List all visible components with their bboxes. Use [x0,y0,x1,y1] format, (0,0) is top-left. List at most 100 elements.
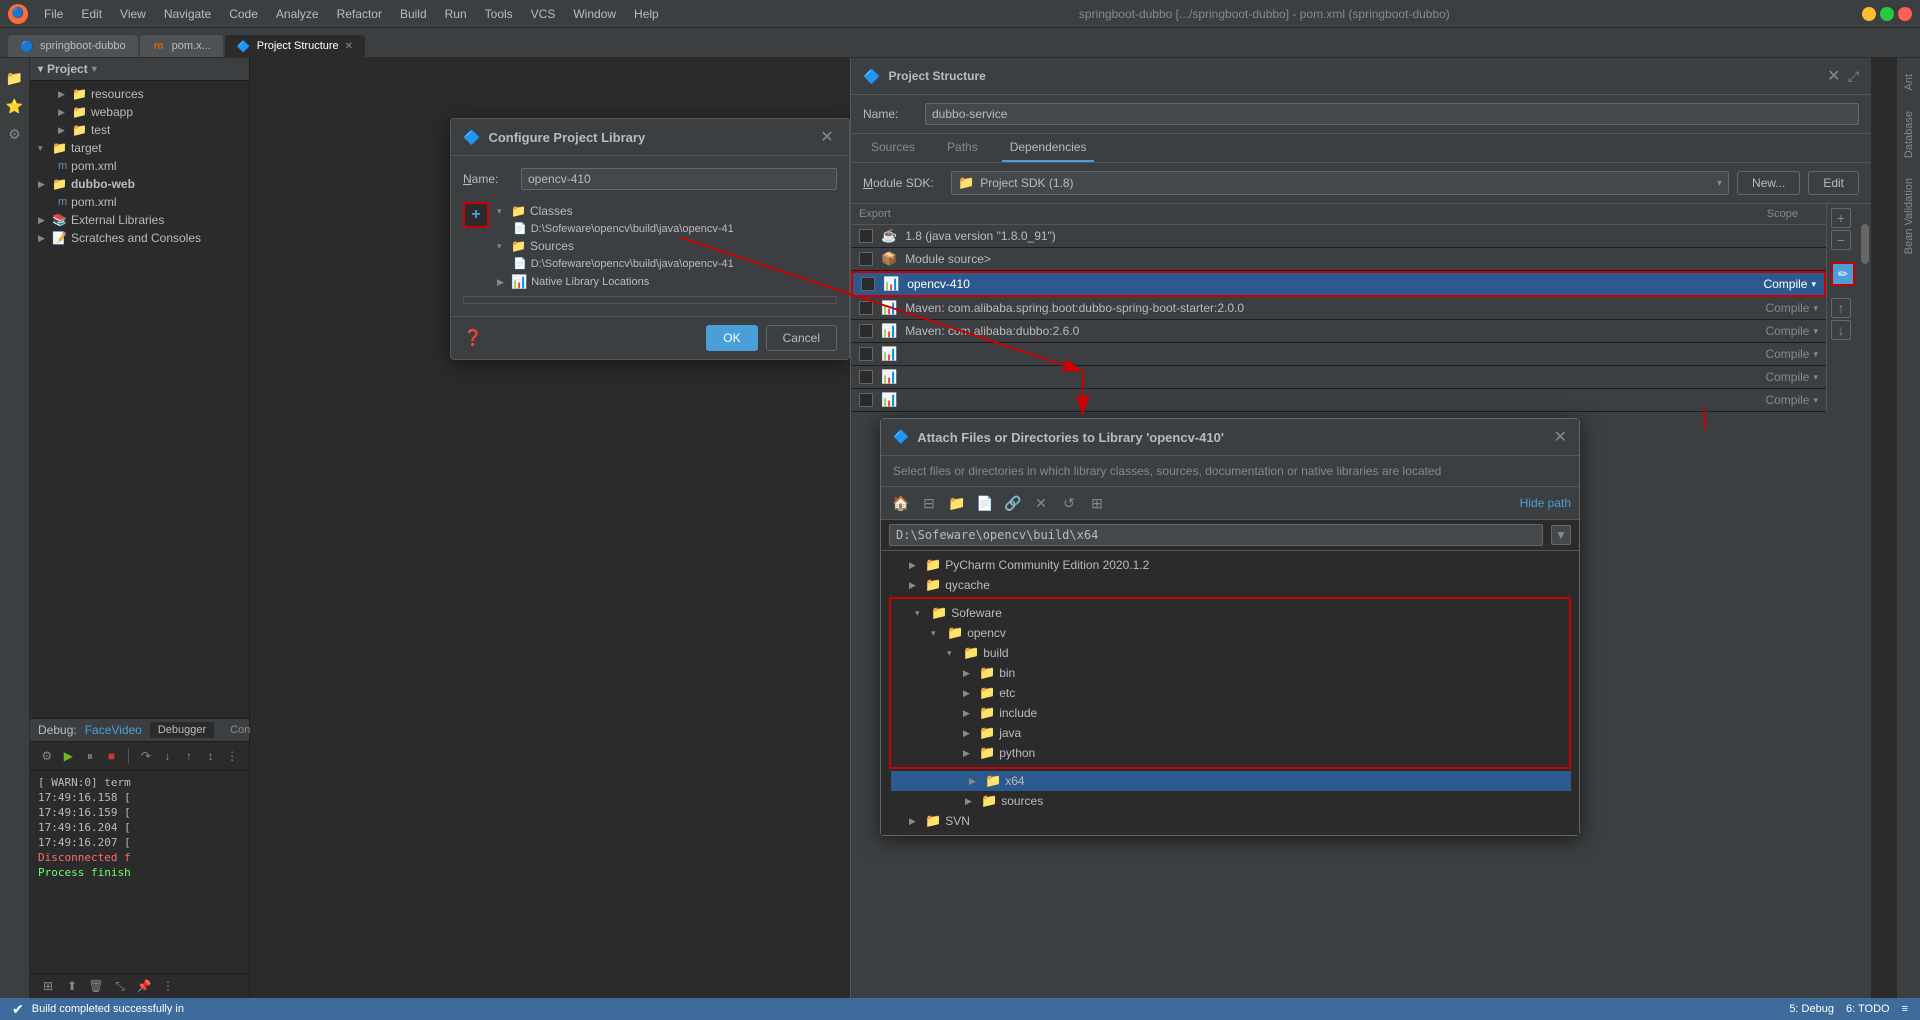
attach-copy-btn[interactable]: ⊞ [1085,491,1109,515]
deps-check-module[interactable] [859,252,873,266]
tree-item-test[interactable]: ▶ 📁 test [30,121,249,139]
attach-tree-etc[interactable]: ▶ 📁 etc [895,683,1565,703]
attach-path-input[interactable] [889,524,1543,546]
deps-up-button[interactable]: ↑ [1831,298,1851,318]
dialog-close-button[interactable]: ✕ [817,127,837,147]
tab-dependencies[interactable]: Dependencies [1002,134,1095,162]
minimize-button[interactable]: — [1862,7,1876,21]
dialog-scrollbar[interactable] [463,296,837,304]
deps-row-maven1[interactable]: 📊 Maven: com.alibaba.spring.boot:dubbo-s… [851,297,1826,320]
attach-tree-java[interactable]: ▶ 📁 java [895,723,1565,743]
menu-tools[interactable]: Tools [477,5,521,23]
menu-help[interactable]: Help [626,5,667,23]
deps-check-extra1[interactable] [859,347,873,361]
menu-run[interactable]: Run [437,5,475,23]
debug-step-over-btn[interactable]: ↷ [137,746,155,766]
attach-refresh-btn[interactable]: 🔗 [1001,491,1025,515]
menu-vcs[interactable]: VCS [523,5,564,23]
debug-scroll-btn[interactable]: ↕ [202,746,220,766]
attach-path-browse-btn[interactable]: ▼ [1551,525,1571,545]
scope-dropdown-icon-maven2[interactable]: ▾ [1813,326,1818,337]
tree-item-target[interactable]: ▾ 📁 target [30,139,249,157]
module-name-input[interactable] [925,103,1859,125]
debug-step-into-btn[interactable]: ↓ [159,746,177,766]
deps-edit-button[interactable]: ✏ [1831,262,1855,286]
tab-ps-close[interactable]: ✕ [345,41,353,52]
debug-pause-btn[interactable]: ⏸ [81,746,99,766]
tree-item-webapp[interactable]: ▶ 📁 webapp [30,103,249,121]
attach-new-folder-btn[interactable]: 📁 [945,491,969,515]
attach-tree-pycharm[interactable]: ▶ 📁 PyCharm Community Edition 2020.1.2 [889,555,1571,575]
right-sidebar-bean[interactable]: Bean Validation [1899,170,1919,262]
attach-new-file-btn[interactable]: 📄 [973,491,997,515]
lib-tree-classes[interactable]: ▾ 📁 Classes [497,202,837,220]
tree-item-pomxml2[interactable]: m pom.xml [30,193,249,211]
debug-resume-btn[interactable]: ▶ [60,746,78,766]
right-sidebar-ant[interactable]: Ant [1899,66,1919,99]
deps-row-extra1[interactable]: 📊 Compile ▾ [851,343,1826,366]
scope-dropdown-icon-opencv[interactable]: ▾ [1811,279,1816,290]
ps-expand-icon[interactable]: ⤢ [1848,68,1859,85]
maximize-button[interactable]: □ [1880,7,1894,21]
tab-paths[interactable]: Paths [939,134,986,162]
deps-row-extra2[interactable]: 📊 Compile ▾ [851,366,1826,389]
tab-springboot[interactable]: 🔵 springboot-dubbo [8,35,138,57]
tab-sources[interactable]: Sources [863,134,923,162]
ok-button[interactable]: OK [706,325,757,351]
lib-tree-classes-file[interactable]: 📄 D:\Sofeware\opencv\build\java\opencv-4… [497,220,837,237]
deps-check-java[interactable] [859,229,873,243]
tree-item-resources[interactable]: ▶ 📁 resources [30,85,249,103]
deps-row-module[interactable]: 📦 Module source> [851,248,1826,271]
debug-filter-btn[interactable]: ⊞ [38,976,58,996]
help-icon[interactable]: ❓ [463,328,483,348]
deps-check-opencv[interactable] [861,277,875,291]
attach-reload-btn[interactable]: ↺ [1057,491,1081,515]
hide-path-button[interactable]: Hide path [1520,496,1571,510]
status-6-todo[interactable]: 6: TODO [1846,1003,1890,1015]
lib-tree-native[interactable]: ▶ 📊 Native Library Locations [497,272,837,292]
menu-build[interactable]: Build [392,5,435,23]
attach-tree-opencv[interactable]: ▾ 📁 opencv [895,623,1565,643]
attach-dialog-close[interactable]: ✕ [1554,427,1567,447]
tab-pomxml[interactable]: m pom.x... [140,35,223,57]
attach-tree-x64[interactable]: ▶ 📁 x64 [891,771,1571,791]
deps-add-button[interactable]: + [1831,208,1851,228]
sidebar-icon-structure[interactable]: ⚙ [3,122,27,146]
menu-file[interactable]: File [36,5,71,23]
debug-clear-btn[interactable]: 🗑 [86,976,106,996]
attach-collapse-btn[interactable]: ⊟ [917,491,941,515]
menu-analyze[interactable]: Analyze [268,5,327,23]
lib-tree-sources-file[interactable]: 📄 D:\Sofeware\opencv\build\java\opencv-4… [497,255,837,272]
deps-check-maven1[interactable] [859,301,873,315]
debug-tab-debugger[interactable]: Debugger [150,722,214,738]
debug-dump-btn[interactable]: ⬆ [62,976,82,996]
debug-step-out-btn[interactable]: ↑ [180,746,198,766]
sdk-new-button[interactable]: New... [1737,171,1800,195]
lib-tree-sources[interactable]: ▾ 📁 Sources [497,237,837,255]
menu-edit[interactable]: Edit [73,5,110,23]
close-button[interactable]: ✕ [1898,7,1912,21]
tree-item-pomxml1[interactable]: m pom.xml [30,157,249,175]
scope-dropdown-icon-maven1[interactable]: ▾ [1813,303,1818,314]
attach-tree-svn[interactable]: ▶ 📁 SVN [889,811,1571,831]
sidebar-icon-project[interactable]: 📁 [3,66,27,90]
attach-tree-include[interactable]: ▶ 📁 include [895,703,1565,723]
deps-row-java[interactable]: ☕ 1.8 (java version "1.8.0_91") [851,225,1826,248]
menu-code[interactable]: Code [221,5,266,23]
deps-row-extra3[interactable]: 📊 Compile ▾ [851,389,1826,412]
status-5-debug[interactable]: 5: Debug [1789,1003,1834,1015]
right-sidebar-database[interactable]: Database [1899,103,1919,166]
attach-tree-qycache[interactable]: ▶ 📁 qycache [889,575,1571,595]
debug-more-btn[interactable]: ⋮ [223,746,241,766]
project-dropdown-icon[interactable]: ▾ [92,64,97,75]
add-library-button[interactable]: + [463,202,489,228]
menu-window[interactable]: Window [565,5,624,23]
attach-delete-btn[interactable]: ✕ [1029,491,1053,515]
status-layout-icon[interactable]: ≡ [1902,1003,1908,1015]
debug-pin-btn[interactable]: 📌 [134,976,154,996]
deps-remove-button[interactable]: − [1831,230,1851,250]
debug-stop-btn[interactable]: ■ [103,746,121,766]
deps-check-maven2[interactable] [859,324,873,338]
cancel-button[interactable]: Cancel [766,325,837,351]
attach-tree-bin[interactable]: ▶ 📁 bin [895,663,1565,683]
